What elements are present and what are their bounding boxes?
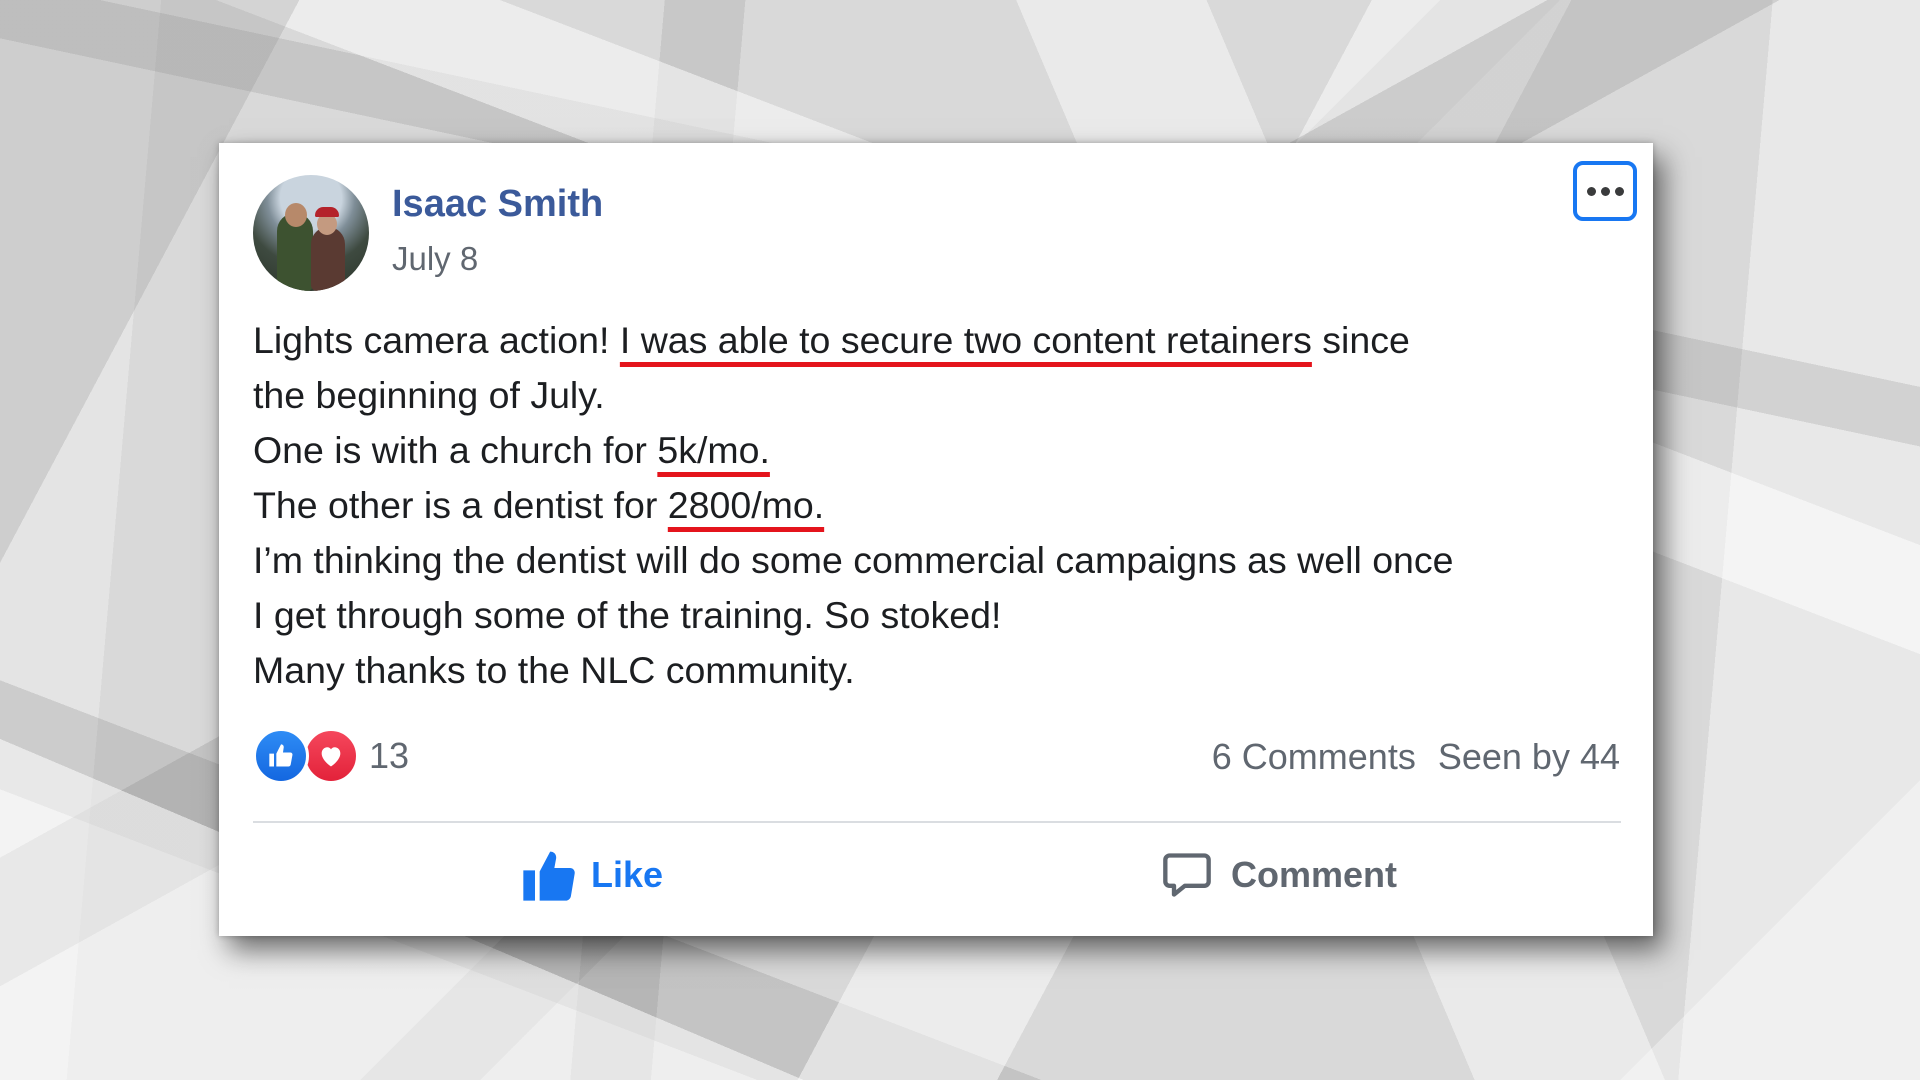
divider <box>253 821 1621 823</box>
post-text: since <box>1311 319 1410 361</box>
post-line: the beginning of July. <box>253 368 1633 423</box>
post-line: I get through some of the training. So s… <box>253 588 1633 643</box>
avatar[interactable] <box>253 175 369 291</box>
underlined-text: I was able to secure two content retaine… <box>619 319 1312 361</box>
heart-icon <box>303 728 359 784</box>
post-line: The other is a dentist for 2800/mo. <box>253 478 1633 533</box>
more-dot-icon <box>1586 186 1596 196</box>
underlined-text: 2800/mo. <box>667 484 825 526</box>
like-label: Like <box>591 854 664 895</box>
post-text: Lights camera action! <box>253 319 620 361</box>
post-text: I get through some of the training. So s… <box>253 594 1002 636</box>
more-dot-icon <box>1614 186 1624 196</box>
post-text: the beginning of July. <box>253 374 605 416</box>
underlined-text: 5k/mo. <box>657 429 770 471</box>
post-line: Many thanks to the NLC community. <box>253 643 1633 698</box>
comment-label: Comment <box>1231 854 1398 895</box>
reaction-count: 13 <box>369 735 410 776</box>
post-body: Lights camera action! I was able to secu… <box>253 313 1633 698</box>
speech-bubble-icon <box>1163 853 1211 897</box>
post-text: I’m thinking the dentist will do some co… <box>253 539 1454 581</box>
comments-count-link[interactable]: 6 Comments <box>1212 736 1416 778</box>
more-options-button[interactable] <box>1573 161 1637 221</box>
post-line: I’m thinking the dentist will do some co… <box>253 533 1633 588</box>
thumbs-up-icon <box>523 851 575 901</box>
more-dot-icon <box>1600 186 1610 196</box>
like-button[interactable]: Like <box>521 849 663 901</box>
post-date[interactable]: July 8 <box>392 240 478 278</box>
post-line: One is with a church for 5k/mo. <box>253 423 1633 478</box>
post-line: Lights camera action! I was able to secu… <box>253 313 1633 368</box>
post-text: Many thanks to the NLC community. <box>253 649 855 691</box>
post-card: Isaac Smith July 8 Lights camera action!… <box>219 143 1653 936</box>
post-text: The other is a dentist for <box>253 484 668 526</box>
post-stats: 6 Comments Seen by 44 <box>1212 736 1620 778</box>
author-name[interactable]: Isaac Smith <box>392 183 603 226</box>
post-text: One is with a church for <box>253 429 658 471</box>
seen-by-link[interactable]: Seen by 44 <box>1438 736 1620 778</box>
comment-button[interactable]: Comment <box>1161 849 1397 901</box>
thumbs-up-icon <box>253 728 309 784</box>
reactions-summary[interactable]: 13 <box>253 728 409 784</box>
